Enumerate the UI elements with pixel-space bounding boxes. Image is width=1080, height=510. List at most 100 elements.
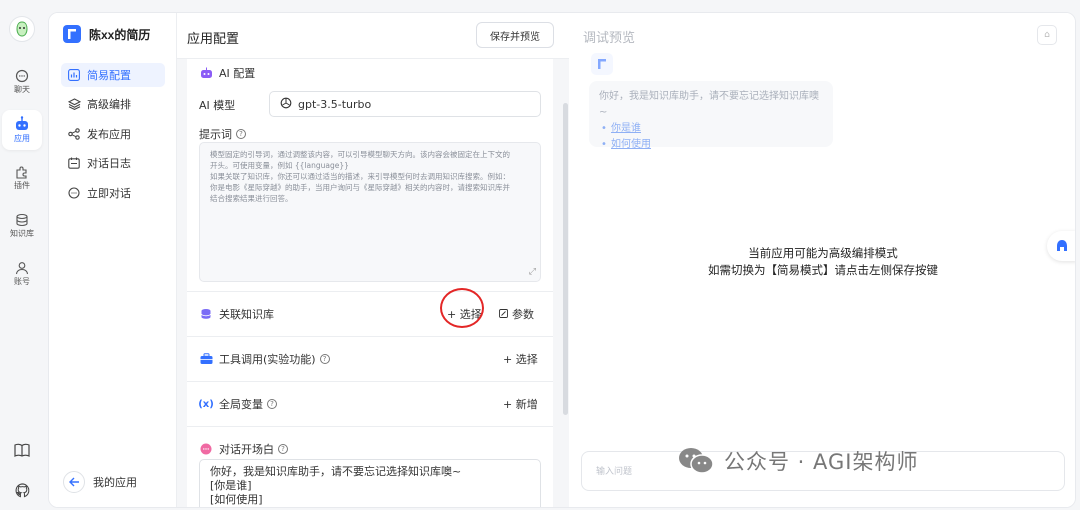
clear-icon[interactable]: ⌂ bbox=[1037, 25, 1057, 45]
tool-title: 工具调用(实验功能) ? bbox=[199, 351, 330, 367]
config-column: 应用配置 保存并预览 AI 配置 AI 模型 gpt-3.5-turbo 提示词… bbox=[177, 13, 569, 507]
model-value: gpt-3.5-turbo bbox=[298, 97, 372, 111]
preview-title: 调试预览 bbox=[583, 31, 636, 46]
brand-logo[interactable] bbox=[9, 16, 35, 42]
save-preview-button[interactable]: 保存并预览 bbox=[476, 22, 554, 48]
expand-icon[interactable]: ⤢ bbox=[529, 267, 536, 278]
app-logo-icon bbox=[63, 25, 81, 43]
bubble-link-how[interactable]: 如何使用 bbox=[599, 137, 823, 153]
model-label: AI 模型 bbox=[199, 99, 236, 112]
app-name: 陈xx的简历 bbox=[89, 27, 151, 42]
tool-row: 工具调用(实验功能) ? + 选择 bbox=[187, 336, 553, 380]
variable-icon: (x) bbox=[198, 398, 214, 410]
mode-notice-line1: 当前应用可能为高级编排模式 bbox=[748, 246, 898, 260]
prompt-line: 开头。可使用变量，例如 {{language}} bbox=[210, 161, 349, 170]
bubble-link-who[interactable]: 你是谁 bbox=[599, 121, 823, 137]
prompt-line: 模型固定的引导词，通过调整该内容，可以引导模型聊天方向。该内容会被固定在上下文的 bbox=[210, 150, 510, 159]
bot-avatar-icon bbox=[591, 53, 613, 75]
github-icon[interactable] bbox=[12, 480, 32, 500]
rail-label: 应用 bbox=[14, 134, 30, 143]
rail-account[interactable]: 账号 bbox=[2, 254, 42, 294]
openai-icon bbox=[280, 97, 292, 112]
help-icon[interactable]: ? bbox=[278, 444, 288, 454]
welcome-line: 你好，我是知识库助手，请不要忘记选择知识库噢~ bbox=[210, 465, 462, 478]
wechat-icon bbox=[678, 447, 714, 475]
welcome-line: [你是谁] bbox=[210, 479, 252, 492]
tool-select-button[interactable]: + 选择 bbox=[503, 351, 538, 367]
var-title: (x) 全局变量 ? bbox=[198, 396, 277, 412]
nav-publish[interactable]: 发布应用 bbox=[61, 122, 165, 146]
database-icon bbox=[16, 213, 28, 227]
my-apps-link[interactable]: 我的应用 bbox=[63, 471, 137, 493]
arrow-left-icon bbox=[63, 471, 85, 493]
rail-label: 知识库 bbox=[10, 229, 34, 238]
kb-row: 关联知识库 + 选择 参数 bbox=[187, 291, 553, 335]
robot-icon bbox=[199, 66, 213, 80]
welcome-title: 对话开场白 ? bbox=[199, 441, 288, 457]
rail-app[interactable]: 应用 bbox=[2, 110, 42, 150]
watermark: 公众号 · AGI架构师 bbox=[678, 446, 919, 476]
kb-title: 关联知识库 bbox=[199, 306, 274, 322]
prompt-label-row: 提示词 ? bbox=[199, 126, 246, 142]
assistant-icon bbox=[1057, 240, 1067, 251]
config-title: 应用配置 bbox=[187, 32, 240, 47]
nav-chat-now[interactable]: 立即对话 bbox=[61, 181, 165, 205]
edit-icon bbox=[499, 308, 508, 321]
app-nav: 陈xx的简历 简易配置 高级编排 发布应用 对话日志 立即对话 我的应用 bbox=[49, 13, 177, 507]
kb-label: 关联知识库 bbox=[219, 308, 274, 321]
main-panel: 陈xx的简历 简易配置 高级编排 发布应用 对话日志 立即对话 我的应用 应用配… bbox=[48, 12, 1076, 508]
ai-config-label: AI 配置 bbox=[219, 67, 256, 80]
user-icon bbox=[15, 262, 29, 275]
help-icon[interactable]: ? bbox=[319, 354, 330, 364]
var-add-button[interactable]: + 新增 bbox=[503, 396, 538, 412]
highlight-circle bbox=[440, 288, 484, 328]
nav-label: 发布应用 bbox=[87, 128, 131, 141]
puzzle-icon bbox=[16, 166, 27, 179]
left-rail: 聊天 应用 插件 知识库 账号 bbox=[0, 0, 44, 510]
rail-label: 聊天 bbox=[14, 85, 30, 94]
rail-plugin[interactable]: 插件 bbox=[2, 158, 42, 198]
toolbox-icon bbox=[199, 352, 213, 366]
rail-knowledge[interactable]: 知识库 bbox=[2, 206, 42, 246]
my-apps-label: 我的应用 bbox=[93, 476, 137, 489]
chart-icon bbox=[67, 68, 81, 82]
prompt-line: 如果关联了知识库，你还可以通过适当的描述，来引导模型何时去调用知识库搜索。例如： bbox=[210, 172, 510, 181]
book-icon[interactable] bbox=[12, 440, 32, 460]
robot-icon bbox=[16, 116, 28, 130]
welcome-textarea[interactable]: 你好，我是知识库助手，请不要忘记选择知识库噢~ [你是谁] [如何使用] bbox=[199, 459, 541, 507]
var-label: 全局变量 bbox=[219, 398, 263, 411]
prompt-line: 结合搜索结果进行回答。 bbox=[210, 194, 293, 203]
model-select[interactable]: gpt-3.5-turbo bbox=[269, 91, 541, 117]
calendar-icon bbox=[67, 156, 81, 170]
nav-logs[interactable]: 对话日志 bbox=[61, 151, 165, 175]
app-header: 陈xx的简历 bbox=[63, 25, 150, 43]
prompt-textarea[interactable]: 模型固定的引导词，通过调整该内容，可以引导模型聊天方向。该内容会被固定在上下文的… bbox=[199, 142, 541, 282]
nav-simple-config[interactable]: 简易配置 bbox=[61, 63, 165, 87]
nav-label: 高级编排 bbox=[87, 98, 131, 111]
watermark-text: 公众号 · AGI架构师 bbox=[724, 450, 919, 474]
assistant-float-button[interactable] bbox=[1047, 231, 1075, 261]
share-icon bbox=[67, 127, 81, 141]
config-body: AI 配置 AI 模型 gpt-3.5-turbo 提示词 ? 模型固定的引导词… bbox=[187, 59, 553, 507]
help-icon[interactable]: ? bbox=[236, 129, 246, 139]
config-header: 应用配置 保存并预览 bbox=[177, 13, 569, 59]
nav-advanced[interactable]: 高级编排 bbox=[61, 92, 165, 116]
mode-notice: 当前应用可能为高级编排模式 如需切换为【简易模式】请点击左侧保存按键 bbox=[569, 245, 1075, 279]
tool-label: 工具调用(实验功能) bbox=[219, 353, 316, 366]
welcome-label: 对话开场白 bbox=[219, 443, 274, 456]
chat-bubble-icon bbox=[199, 442, 213, 456]
rail-chat[interactable]: 聊天 bbox=[2, 62, 42, 102]
kb-params-label: 参数 bbox=[512, 308, 534, 321]
help-icon[interactable]: ? bbox=[267, 399, 277, 409]
nav-label: 对话日志 bbox=[87, 157, 131, 170]
kb-params-button[interactable]: 参数 bbox=[499, 306, 534, 322]
prompt-line: 你是电影《星际穿越》的助手，当用户询问与《星际穿越》相关的内容时，请搜索知识库并 bbox=[210, 183, 510, 192]
config-scrollbar[interactable] bbox=[563, 103, 568, 415]
welcome-line: [如何使用] bbox=[210, 493, 263, 506]
chat-icon bbox=[15, 69, 29, 83]
nav-label: 立即对话 bbox=[87, 187, 131, 200]
nav-label: 简易配置 bbox=[87, 69, 131, 82]
welcome-bubble: 你好，我是知识库助手，请不要忘记选择知识库噢~ 你是谁 如何使用 bbox=[589, 81, 833, 153]
rail-label: 插件 bbox=[14, 181, 30, 190]
database-icon bbox=[199, 307, 213, 321]
